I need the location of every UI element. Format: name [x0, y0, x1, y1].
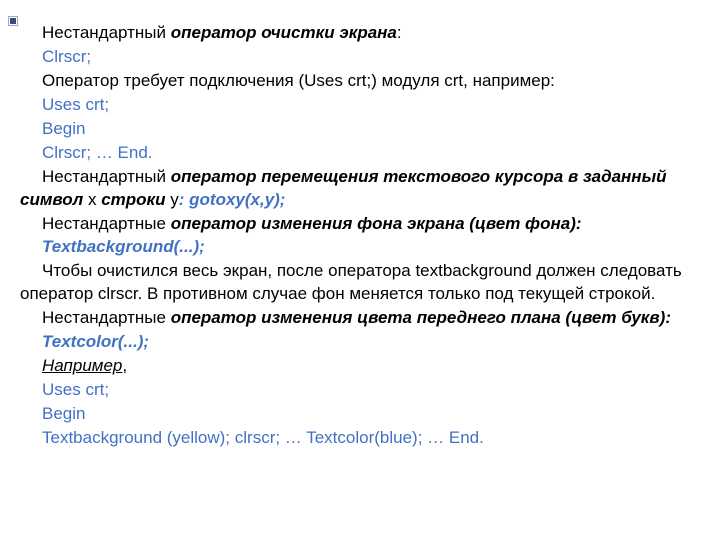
text: Нестандартные: [42, 214, 171, 233]
text: Например: [42, 356, 122, 375]
text: ,: [122, 356, 127, 375]
text: строки: [101, 190, 170, 209]
line-12: Textcolor(...);: [20, 331, 700, 354]
line-5: Begin: [20, 118, 700, 141]
line-11: Нестандартные оператор изменения цвета п…: [20, 307, 700, 330]
line-9: Textbackground(...);: [20, 236, 700, 259]
text: оператор изменения цвета переднего плана…: [171, 308, 671, 327]
slide: Нестандартный оператор очистки экрана: C…: [0, 0, 720, 540]
line-6: Clrscr; … End.: [20, 142, 700, 165]
text: оператор очистки экрана: [171, 23, 397, 42]
text: Нестандартный: [42, 167, 171, 186]
line-2: Clrscr;: [20, 46, 700, 69]
text: у: [170, 190, 179, 209]
text: х: [88, 190, 101, 209]
slide-text: Нестандартный оператор очистки экрана: C…: [20, 22, 700, 450]
line-14: Uses crt;: [20, 379, 700, 402]
line-3: Оператор требует подключения (Uses crt;)…: [20, 70, 700, 93]
bullet-icon: [8, 16, 18, 26]
text: : gotoxy(x,y);: [179, 190, 286, 209]
text: Нестандартный: [42, 23, 171, 42]
line-1: Нестандартный оператор очистки экрана:: [20, 22, 700, 45]
line-10: Чтобы очистился весь экран, после операт…: [20, 260, 700, 306]
line-4: Uses crt;: [20, 94, 700, 117]
text: оператор изменения фона экрана (цвет фон…: [171, 214, 582, 233]
text: Нестандартные: [42, 308, 171, 327]
line-7: Нестандартный оператор перемещения текст…: [20, 166, 700, 212]
text: :: [397, 23, 402, 42]
line-15: Begin: [20, 403, 700, 426]
line-13: Например,: [20, 355, 700, 378]
line-16: Textbackground (yellow); clrscr; … Textc…: [20, 427, 700, 450]
line-8: Нестандартные оператор изменения фона эк…: [20, 213, 700, 236]
